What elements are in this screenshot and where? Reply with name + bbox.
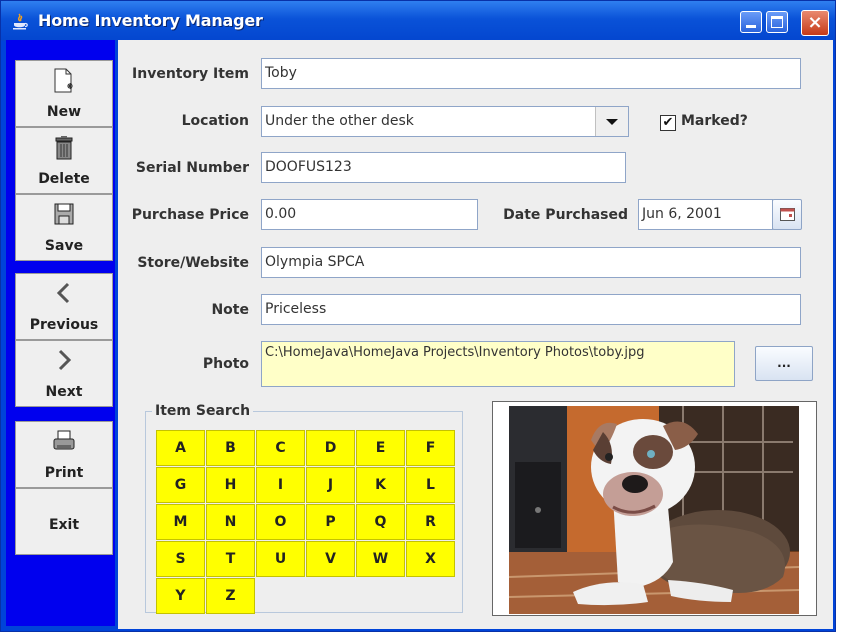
next-label: Next bbox=[45, 384, 83, 400]
letter-button-h[interactable]: H bbox=[206, 467, 255, 503]
letter-button-i[interactable]: I bbox=[256, 467, 305, 503]
inventory-item-label: Inventory Item bbox=[132, 66, 249, 82]
chevron-right-icon bbox=[58, 349, 72, 371]
title-bar[interactable]: Home Inventory Manager × bbox=[1, 1, 835, 41]
letter-button-q[interactable]: Q bbox=[356, 504, 405, 540]
letter-button-s[interactable]: S bbox=[156, 541, 205, 577]
calendar-icon bbox=[780, 208, 795, 221]
previous-button[interactable]: Previous bbox=[15, 273, 113, 340]
letter-button-j[interactable]: J bbox=[306, 467, 355, 503]
letter-button-x[interactable]: X bbox=[406, 541, 455, 577]
exit-label: Exit bbox=[48, 517, 80, 533]
marked-checkbox[interactable]: ✔ bbox=[660, 115, 676, 131]
serial-number-label: Serial Number bbox=[135, 160, 249, 176]
letter-button-n[interactable]: N bbox=[206, 504, 255, 540]
letter-button-u[interactable]: U bbox=[256, 541, 305, 577]
minimize-icon bbox=[746, 25, 756, 28]
date-purchased-input[interactable]: Jun 6, 2001 bbox=[638, 199, 773, 230]
letter-button-p[interactable]: P bbox=[306, 504, 355, 540]
inventory-item-input[interactable]: Toby bbox=[261, 58, 801, 89]
letter-button-d[interactable]: D bbox=[306, 430, 355, 466]
calendar-button[interactable] bbox=[772, 199, 802, 230]
new-document-icon bbox=[54, 68, 73, 93]
letter-button-v[interactable]: V bbox=[306, 541, 355, 577]
save-button[interactable]: Save bbox=[15, 194, 113, 261]
photo-label: Photo bbox=[202, 356, 249, 372]
letter-button-k[interactable]: K bbox=[356, 467, 405, 503]
note-input[interactable]: Priceless bbox=[261, 294, 801, 325]
store-website-label: Store/Website bbox=[137, 255, 249, 271]
marked-label: Marked? bbox=[681, 113, 748, 129]
letter-button-f[interactable]: F bbox=[406, 430, 455, 466]
letter-button-m[interactable]: M bbox=[156, 504, 205, 540]
letter-button-t[interactable]: T bbox=[206, 541, 255, 577]
letter-button-a[interactable]: A bbox=[156, 430, 205, 466]
location-label: Location bbox=[181, 113, 249, 129]
maximize-icon bbox=[771, 16, 783, 28]
letter-button-b[interactable]: B bbox=[206, 430, 255, 466]
purchase-price-input[interactable]: 0.00 bbox=[261, 199, 478, 230]
letter-button-l[interactable]: L bbox=[406, 467, 455, 503]
print-label: Print bbox=[44, 465, 84, 481]
delete-button[interactable]: Delete bbox=[15, 127, 113, 194]
save-disk-icon bbox=[54, 203, 74, 225]
chevron-left-icon bbox=[56, 282, 70, 304]
item-photo bbox=[492, 401, 817, 616]
close-icon: × bbox=[807, 12, 823, 33]
checkmark-icon: ✔ bbox=[662, 115, 674, 130]
exit-button[interactable]: Exit bbox=[15, 488, 113, 555]
letter-button-r[interactable]: R bbox=[406, 504, 455, 540]
letter-button-o[interactable]: O bbox=[256, 504, 305, 540]
date-purchased-label: Date Purchased bbox=[503, 207, 628, 223]
chevron-down-icon[interactable] bbox=[595, 107, 628, 136]
browse-photo-button[interactable]: ... bbox=[755, 346, 813, 381]
photo-path-field[interactable]: C:\HomeJava\HomeJava Projects\Inventory … bbox=[261, 341, 735, 387]
location-value: Under the other desk bbox=[265, 113, 414, 129]
window-title: Home Inventory Manager bbox=[38, 11, 263, 30]
trash-icon bbox=[55, 136, 73, 160]
java-icon bbox=[13, 13, 28, 30]
new-button[interactable]: New bbox=[15, 60, 113, 127]
delete-label: Delete bbox=[38, 171, 90, 187]
letter-button-y[interactable]: Y bbox=[156, 578, 205, 614]
store-website-input[interactable]: Olympia SPCA bbox=[261, 247, 801, 278]
note-label: Note bbox=[211, 302, 249, 318]
serial-number-input[interactable]: DOOFUS123 bbox=[261, 152, 626, 183]
close-button[interactable]: × bbox=[801, 10, 829, 36]
letter-button-g[interactable]: G bbox=[156, 467, 205, 503]
printer-icon bbox=[53, 430, 75, 450]
purchase-price-label: Purchase Price bbox=[131, 207, 249, 223]
previous-label: Previous bbox=[29, 317, 99, 333]
dog-photo-image bbox=[493, 402, 816, 615]
letter-button-z[interactable]: Z bbox=[206, 578, 255, 614]
save-label: Save bbox=[44, 238, 84, 254]
letter-button-c[interactable]: C bbox=[256, 430, 305, 466]
letter-button-w[interactable]: W bbox=[356, 541, 405, 577]
next-button[interactable]: Next bbox=[15, 340, 113, 407]
new-label: New bbox=[46, 104, 82, 120]
location-combobox[interactable]: Under the other desk bbox=[261, 106, 629, 137]
letter-button-e[interactable]: E bbox=[356, 430, 405, 466]
maximize-button[interactable] bbox=[766, 11, 788, 33]
minimize-button[interactable] bbox=[740, 11, 762, 33]
item-search-title: Item Search bbox=[152, 403, 254, 419]
print-button[interactable]: Print bbox=[15, 421, 113, 488]
